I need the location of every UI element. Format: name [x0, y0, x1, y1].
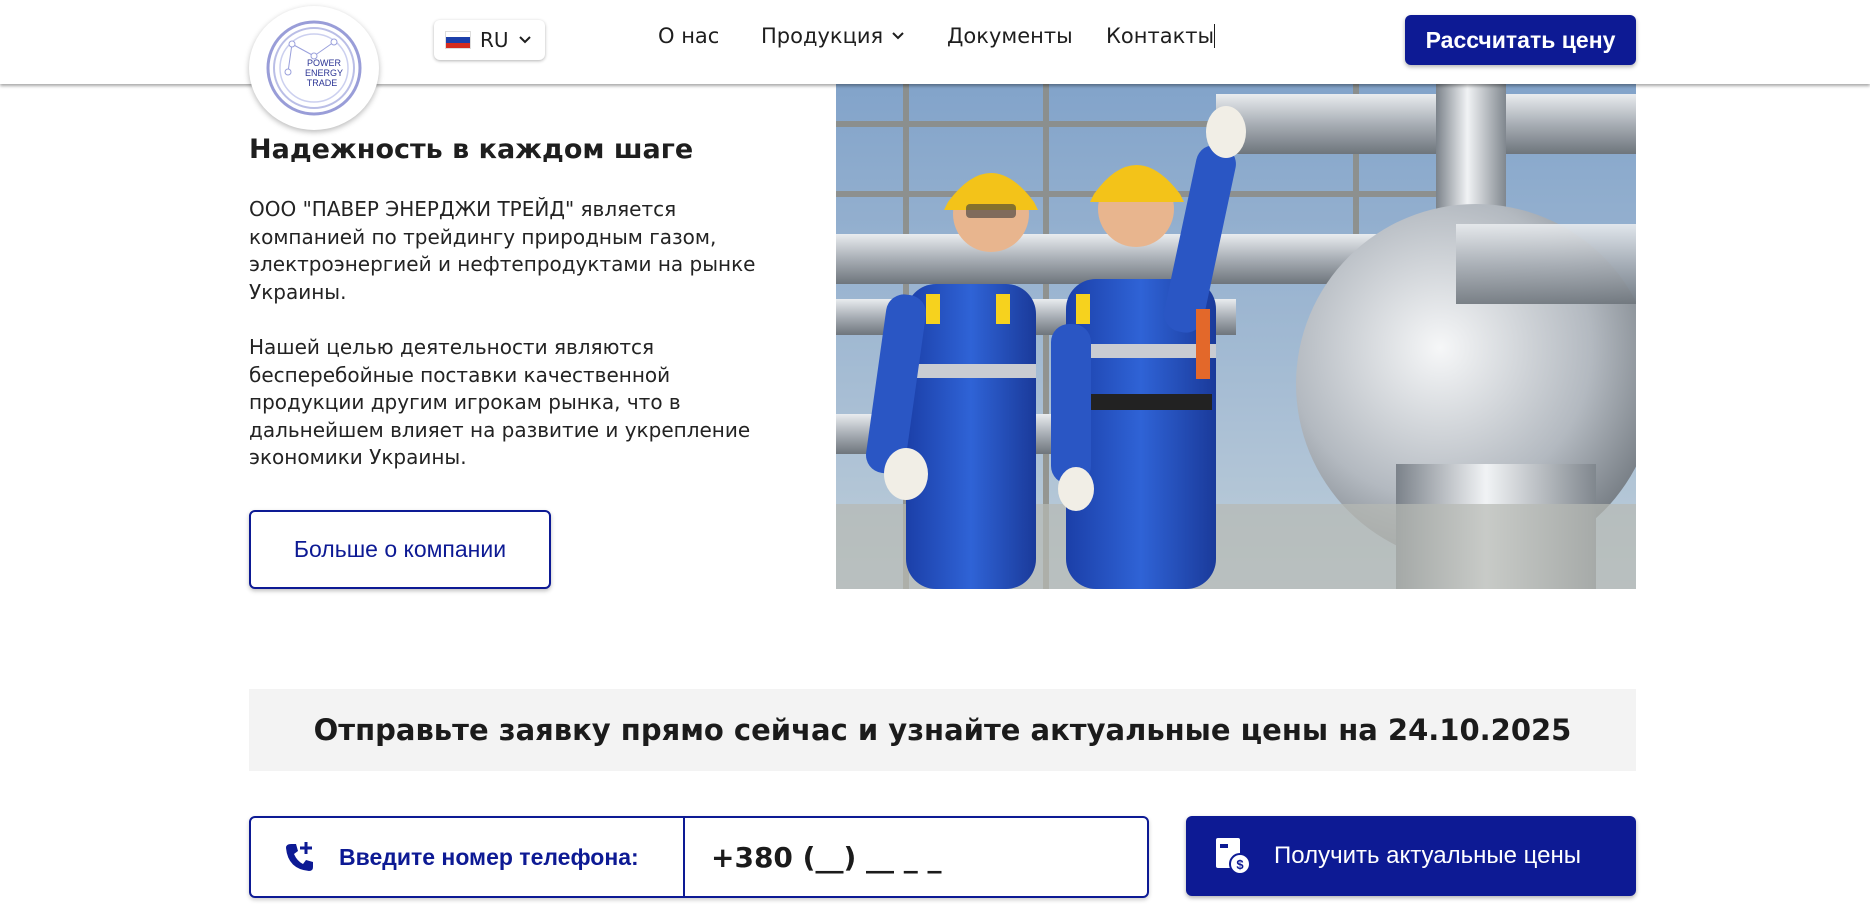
phone-label-text: Введите номер телефона:	[339, 843, 639, 870]
language-code: RU	[480, 28, 509, 52]
chevron-down-icon	[892, 32, 904, 40]
workers-industrial-photo	[836, 84, 1636, 589]
phone-form: Введите номер телефона:	[249, 816, 1149, 898]
calculate-price-button[interactable]: Рассчитать цену	[1405, 15, 1636, 65]
company-logo[interactable]: POWER ENERGY TRADE	[249, 6, 379, 130]
price-document-icon: $	[1216, 838, 1251, 875]
nav-item-products[interactable]: Продукция	[761, 24, 905, 48]
more-about-company-button[interactable]: Больше о компании	[249, 510, 551, 589]
chevron-down-icon	[518, 36, 531, 44]
language-selector[interactable]: RU	[434, 20, 545, 60]
nav-item-documents[interactable]: Документы	[947, 24, 1073, 48]
nav-label: Документы	[947, 24, 1073, 48]
get-prices-label: Получить актуальные цены	[1274, 842, 1581, 869]
request-heading: Отправьте заявку прямо сейчас и узнайте …	[249, 689, 1636, 771]
logo-emblem-icon: POWER ENERGY TRADE	[266, 20, 362, 116]
nav-label: Контакты	[1106, 24, 1215, 48]
phone-input[interactable]	[685, 818, 1147, 896]
nav-label: Продукция	[761, 24, 884, 48]
nav-item-about[interactable]: О нас	[658, 24, 719, 48]
logo-text: TRADE	[307, 78, 338, 88]
about-title: Надежность в каждом шаге	[249, 134, 694, 165]
logo-text: POWER	[307, 58, 342, 68]
svg-text:$: $	[1236, 857, 1244, 872]
text-cursor	[1214, 24, 1216, 48]
get-prices-button[interactable]: $ Получить актуальные цены	[1186, 816, 1636, 896]
about-paragraph: Нашей целью деятельности являются беспер…	[249, 335, 751, 469]
nav-item-contacts[interactable]: Контакты	[1106, 24, 1216, 48]
about-paragraph: ООО "ПАВЕР ЭНЕРДЖИ ТРЕЙД" является компа…	[249, 197, 756, 304]
phone-plus-icon	[286, 842, 313, 871]
nav-label: О нас	[658, 24, 720, 48]
phone-label: Введите номер телефона:	[251, 818, 685, 896]
logo-text: ENERGY	[305, 68, 343, 78]
russia-flag-icon	[445, 31, 471, 49]
